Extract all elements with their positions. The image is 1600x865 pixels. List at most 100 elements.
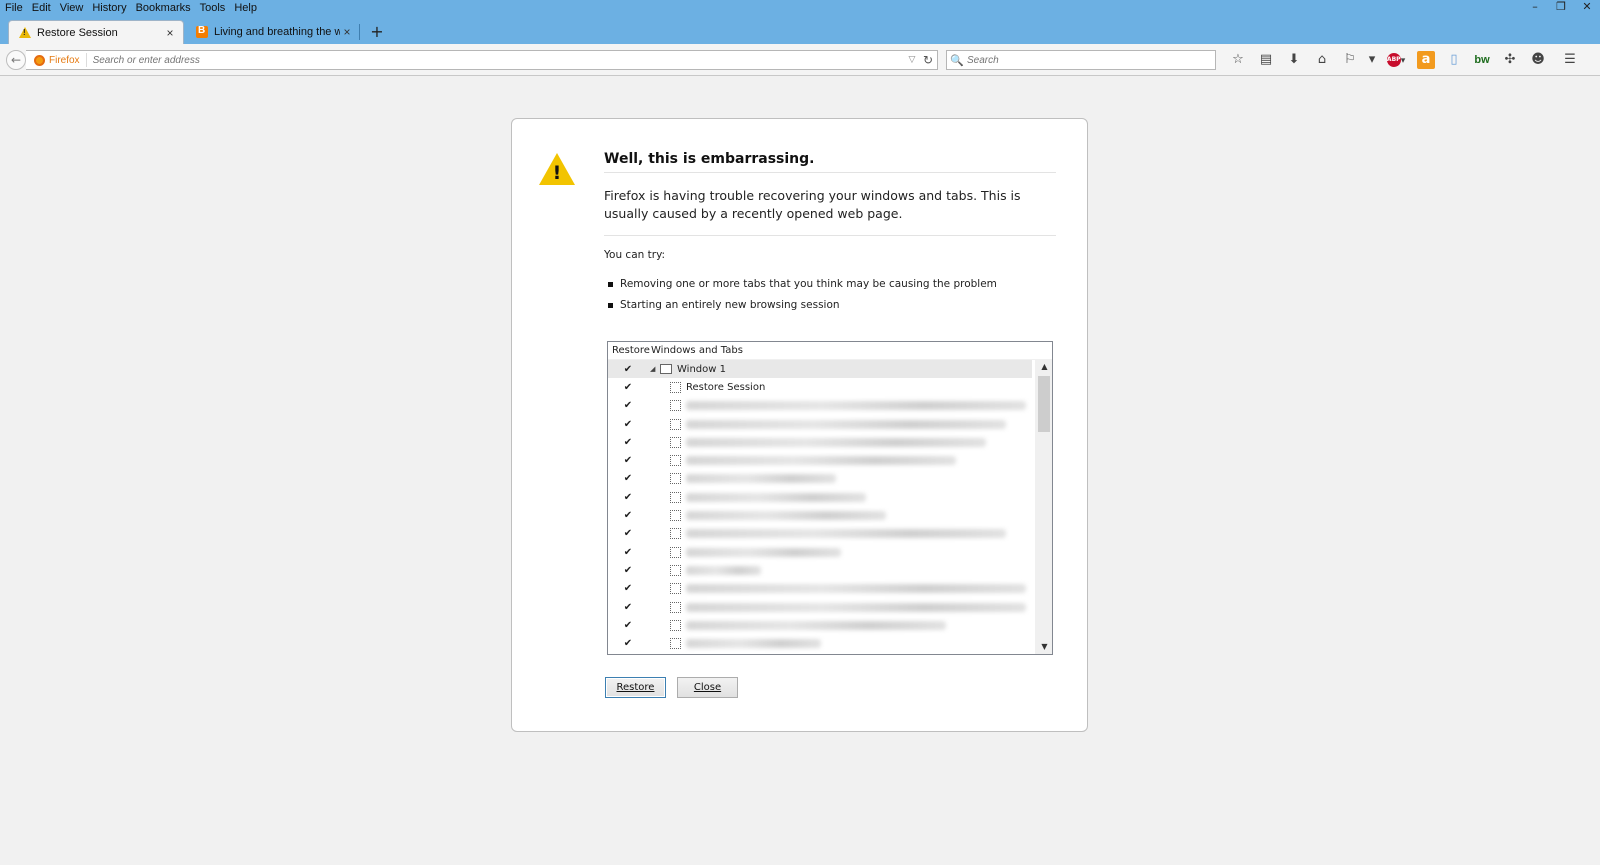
restore-check-icon[interactable]: ✔ (608, 364, 648, 375)
navigation-toolbar: ← Firefox ▽ ↻ 🔍 ☆ ▤ ⬇ ⌂ ⚐ ▾ ABP▾ a ▯ bw … (0, 44, 1600, 76)
restore-check-icon[interactable]: ✔ (608, 382, 648, 393)
blurred-tab-title (686, 419, 1006, 429)
identity-box[interactable]: Firefox (26, 53, 87, 67)
close-button[interactable]: Close (677, 677, 738, 698)
extension-icon[interactable]: ⚐ (1336, 50, 1364, 70)
new-tab-button[interactable]: + (367, 22, 387, 42)
restore-check-icon[interactable]: ✔ (608, 510, 648, 521)
menu-edit[interactable]: Edit (27, 0, 55, 16)
collapse-icon[interactable]: ◢ (650, 365, 660, 373)
tree-row-tab[interactable]: ✔ (608, 525, 1032, 543)
blurred-tab-title (686, 565, 761, 575)
reload-icon[interactable]: ↻ (919, 53, 937, 67)
restore-button[interactable]: Restore (605, 677, 666, 698)
tree-row-tab[interactable]: ✔ (608, 451, 1032, 469)
url-bar[interactable]: Firefox ▽ ↻ (26, 50, 938, 70)
amazon-button[interactable]: a (1412, 50, 1440, 70)
restore-check-icon[interactable]: ✔ (608, 638, 648, 649)
toolbar-icons: ☆ ▤ ⬇ ⌂ ⚐ ▾ ABP▾ a ▯ bw ✣ ☻ ☰ (1224, 50, 1584, 70)
restore-check-icon[interactable]: ✔ (608, 602, 648, 613)
column-windows-tabs[interactable]: Windows and Tabs (648, 342, 743, 359)
menu-help[interactable]: Help (229, 0, 261, 16)
tree-row-tab[interactable]: ✔ Restore Session (608, 378, 1032, 396)
tree-row-tab[interactable]: ✔ (608, 488, 1032, 506)
history-dropdown-icon[interactable]: ▽ (905, 55, 919, 65)
bullet-icon (608, 282, 613, 287)
tree-row-tab[interactable]: ✔ (608, 598, 1032, 616)
close-window-button[interactable]: ✕ (1574, 0, 1600, 16)
restore-check-icon[interactable]: ✔ (608, 620, 648, 631)
adblock-dropdown-icon: ▾ (1400, 56, 1406, 66)
tree-row-tab[interactable]: ✔ (608, 397, 1032, 415)
adblock-button[interactable]: ABP▾ (1380, 50, 1412, 70)
tab-restore-session[interactable]: Restore Session × (8, 20, 184, 44)
adblock-icon: ABP (1386, 52, 1401, 67)
tree-row-tab[interactable]: ✔ (608, 415, 1032, 433)
tree-row-tab[interactable]: ✔ (608, 561, 1032, 579)
bw-button[interactable]: bw (1468, 50, 1496, 70)
bullet-icon (608, 303, 613, 308)
divider (604, 172, 1056, 173)
tree-row-tab[interactable]: ✔ (608, 634, 1032, 652)
window-controls: – ❐ ✕ (1522, 0, 1600, 16)
menu-bookmarks[interactable]: Bookmarks (131, 0, 195, 16)
firefox-icon (34, 54, 45, 66)
warning-glyph: ! (552, 162, 562, 184)
minimize-button[interactable]: – (1522, 0, 1548, 16)
restore-check-icon[interactable]: ✔ (608, 492, 648, 503)
amazon-icon: a (1417, 50, 1435, 69)
try-label: You can try: (604, 249, 666, 261)
restore-check-icon[interactable]: ✔ (608, 455, 648, 466)
restore-check-icon[interactable]: ✔ (608, 419, 648, 430)
close-tab-icon[interactable]: × (163, 26, 177, 40)
tree-row-window[interactable]: ✔ ◢ Window 1 (608, 360, 1032, 379)
tree-row-tab[interactable]: ✔ (608, 433, 1032, 451)
restore-check-icon[interactable]: ✔ (608, 400, 648, 411)
menu-tools[interactable]: Tools (195, 0, 230, 16)
dropdown-icon[interactable]: ▾ (1364, 50, 1380, 70)
menu-view[interactable]: View (55, 0, 88, 16)
scroll-down-icon[interactable]: ▼ (1036, 640, 1053, 654)
back-button[interactable]: ← (6, 50, 26, 70)
notes-icon[interactable]: ▯ (1440, 50, 1468, 70)
restore-check-icon[interactable]: ✔ (608, 473, 648, 484)
star-icon[interactable]: ☆ (1224, 50, 1252, 70)
search-icon[interactable]: 🔍 (947, 54, 967, 67)
tab-label: Restore Session (37, 26, 118, 39)
restore-check-icon[interactable]: ✔ (608, 583, 648, 594)
tree-row-tab[interactable]: ✔ (608, 580, 1032, 598)
dialog-heading: Well, this is embarrassing. (604, 151, 815, 167)
search-input[interactable] (967, 54, 1215, 66)
search-bar[interactable]: 🔍 (946, 50, 1216, 70)
column-restore[interactable]: Restore (608, 342, 650, 359)
tab-strip: Restore Session × Living and breathing t… (0, 16, 1600, 44)
warning-mark: ! (539, 153, 575, 185)
restore-check-icon[interactable]: ✔ (608, 547, 648, 558)
scroll-up-icon[interactable]: ▲ (1036, 360, 1053, 374)
tree-row-tab[interactable]: ✔ (608, 543, 1032, 561)
close-tab-icon[interactable]: × (340, 25, 354, 39)
chat-icon[interactable]: ☻ (1524, 50, 1552, 70)
tree-scrollbar[interactable]: ▲ ▼ (1035, 360, 1052, 654)
restore-check-icon[interactable]: ✔ (608, 528, 648, 539)
tree-row-tab[interactable]: ✔ (608, 616, 1032, 634)
tree-row-tab[interactable]: ✔ (608, 506, 1032, 524)
tab-blog[interactable]: Living and breathing the w... × (186, 20, 360, 44)
address-input[interactable] (86, 54, 905, 66)
menu-history[interactable]: History (87, 0, 130, 16)
session-tree[interactable]: Restore Windows and Tabs ✔ ◢ Window 1 ✔ … (607, 341, 1053, 655)
home-icon[interactable]: ⌂ (1308, 50, 1336, 70)
tree-header: Restore Windows and Tabs (608, 342, 1052, 360)
restore-check-icon[interactable]: ✔ (608, 565, 648, 576)
menu-file[interactable]: File (0, 0, 27, 16)
restore-window-button[interactable]: ❐ (1548, 0, 1574, 16)
tree-row-tab[interactable]: ✔ (608, 470, 1032, 488)
blurred-tab-title (686, 437, 986, 447)
restore-check-icon[interactable]: ✔ (608, 437, 648, 448)
menu-icon[interactable]: ☰ (1556, 50, 1584, 70)
download-icon[interactable]: ⬇ (1280, 50, 1308, 70)
scroll-thumb[interactable] (1038, 376, 1050, 432)
suggestion-list: Removing one or more tabs that you think… (608, 274, 997, 316)
reading-list-icon[interactable]: ▤ (1252, 50, 1280, 70)
extension-2-icon[interactable]: ✣ (1496, 50, 1524, 70)
